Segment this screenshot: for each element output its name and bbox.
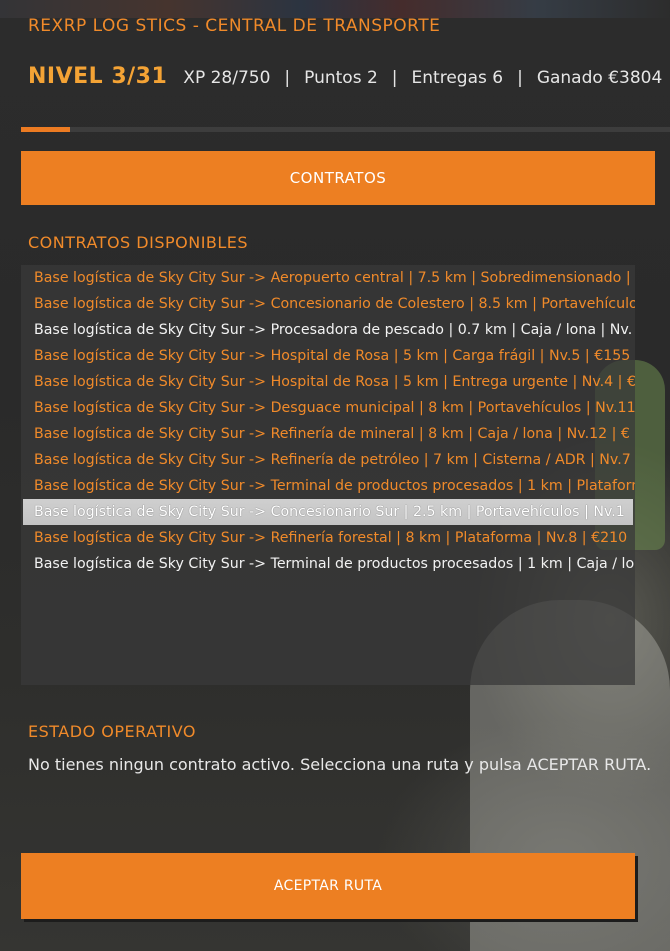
contract-row[interactable]: Base logística de Sky City Sur -> Hospit… [21,343,635,369]
xp-label: XP 28/750 [183,68,271,88]
xp-progress-fill [21,127,70,132]
contracts-list[interactable]: Base logística de Sky City Sur -> Aeropu… [21,265,635,685]
accept-route-button[interactable]: ACEPTAR RUTA [21,853,635,919]
status-heading: ESTADO OPERATIVO [28,722,197,741]
level-label: NIVEL 3/31 [28,64,168,89]
stats-separator: | [517,68,523,88]
earned-label: Ganado €3804 [536,68,663,88]
contracts-button[interactable]: CONTRATOS [21,151,655,205]
contract-row[interactable]: Base logística de Sky City Sur -> Termin… [21,551,635,577]
logistics-panel: REXRP LOG STICS - CENTRAL DE TRANSPORTE … [0,0,670,951]
contract-row[interactable]: Base logística de Sky City Sur -> Termin… [21,473,635,499]
stats-separator: | [284,68,291,88]
contract-row[interactable]: Base logística de Sky City Sur -> Proces… [21,317,635,343]
contract-row[interactable]: Base logística de Sky City Sur -> Aeropu… [21,265,635,291]
deliveries-label: Entregas 6 [411,68,504,88]
points-label: Puntos 2 [304,68,378,88]
contract-row[interactable]: Base logística de Sky City Sur -> Refine… [21,525,635,551]
contract-row[interactable]: Base logística de Sky City Sur -> Conces… [21,291,635,317]
xp-progress-bar [21,127,670,132]
status-message: No tienes ningun contrato activo. Selecc… [28,755,652,774]
contract-row[interactable]: Base logística de Sky City Sur -> Desgua… [21,395,635,421]
stats-bar: NIVEL 3/31 XP 28/750 | Puntos 2 | Entreg… [28,64,662,96]
contract-row[interactable]: Base logística de Sky City Sur -> Conces… [23,499,633,525]
stats-separator: | [391,68,398,88]
contract-row[interactable]: Base logística de Sky City Sur -> Refine… [21,421,635,447]
contracts-heading: CONTRATOS DISPONIBLES [28,233,249,252]
contract-row[interactable]: Base logística de Sky City Sur -> Refine… [21,447,635,473]
panel-title: REXRP LOG STICS - CENTRAL DE TRANSPORTE [28,16,441,36]
contract-row[interactable]: Base logística de Sky City Sur -> Hospit… [21,369,635,395]
